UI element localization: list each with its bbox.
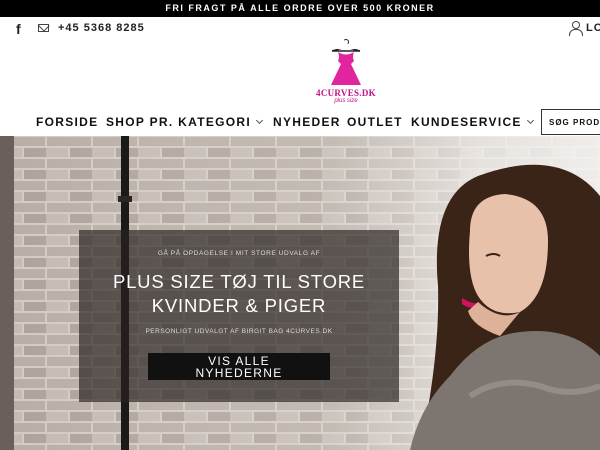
search-button[interactable]: SØG PRODUKTER	[541, 109, 600, 135]
chevron-down-icon	[255, 116, 264, 125]
chevron-down-icon	[526, 116, 534, 125]
main-navigation: FORSIDE SHOP PR. KATEGORI NYHEDER OUTLET…	[0, 109, 600, 136]
hero-text-panel: GÅ PÅ OPDAGELSE I MIT STORE UDVALG AF PL…	[79, 230, 399, 402]
dress-icon	[331, 49, 361, 85]
mail-icon[interactable]	[38, 24, 49, 32]
facebook-icon[interactable]: f	[16, 21, 21, 37]
hero-headline: PLUS SIZE TØJ TIL STORE KVINDER & PIGER	[112, 271, 366, 316]
announcement-bar: FRI FRAGT PÅ ALLE ORDRE OVER 500 KRONER	[0, 0, 600, 17]
logo-brand-text: 4CURVES.DK	[316, 88, 376, 98]
logo-subtitle: plus size	[334, 98, 358, 104]
nav-item-kundeservice[interactable]: KUNDESERVICE	[411, 115, 534, 129]
hero-caption: PERSONLIGT UDVALGT AF BIRGIT BAG 4CURVES…	[145, 328, 333, 335]
login-link[interactable]: LO	[586, 22, 600, 34]
hero-kicker: GÅ PÅ OPDAGELSE I MIT STORE UDVALG AF	[157, 250, 321, 257]
nav-item-shop-kategori[interactable]: SHOP PR. KATEGORI	[106, 115, 264, 129]
phone-number[interactable]: +45 5368 8285	[58, 22, 145, 34]
view-all-news-button[interactable]: VIS ALLE NYHEDERNE	[148, 353, 330, 380]
hanger-hook-icon	[343, 39, 349, 45]
nav-item-outlet[interactable]: OUTLET	[347, 115, 403, 129]
top-bar: f +45 5368 8285 LO	[0, 17, 600, 41]
nav-item-nyheder[interactable]: NYHEDER	[273, 115, 341, 129]
site-logo[interactable]: 4CURVES.DK plus size	[315, 39, 377, 109]
user-icon[interactable]	[569, 21, 583, 36]
nav-item-forside[interactable]: FORSIDE	[36, 115, 98, 129]
